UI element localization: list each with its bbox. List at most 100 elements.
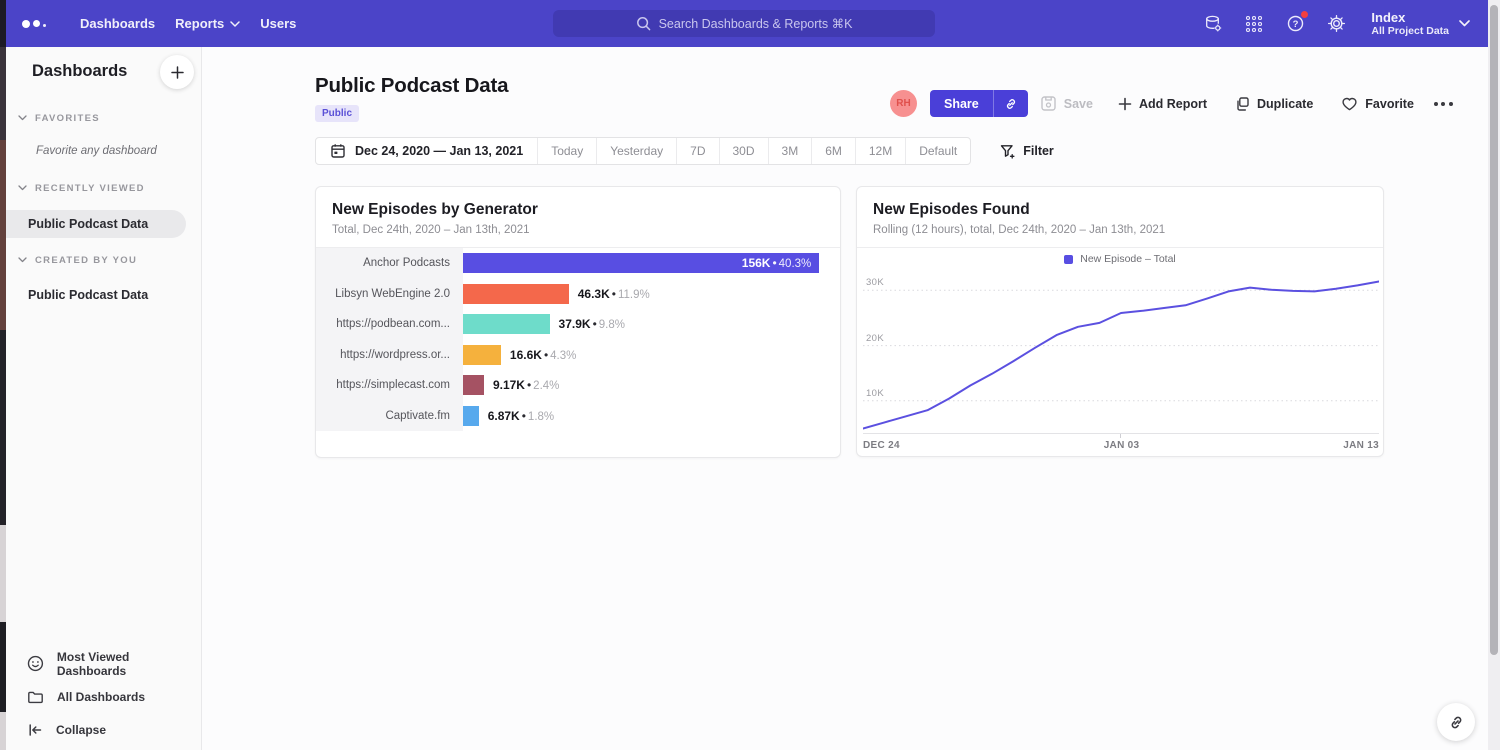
section-favorites-label: FAVORITES [35, 113, 100, 124]
chevron-down-icon [18, 185, 27, 191]
favorites-empty-text: Favorite any dashboard [36, 145, 157, 157]
divider [857, 247, 1383, 248]
bar-category-label: Captivate.fm [316, 401, 463, 432]
filter-label: Filter [1023, 144, 1054, 158]
chevron-down-icon [18, 257, 27, 263]
page-title: Public Podcast Data [315, 74, 508, 98]
section-favorites[interactable]: FAVORITES [6, 110, 201, 126]
preset-3m[interactable]: 3M [769, 138, 813, 164]
smiley-icon [27, 655, 44, 672]
card-new-episodes-by-generator: New Episodes by Generator Total, Dec 24t… [315, 186, 841, 458]
share-button[interactable]: Share [930, 90, 1028, 117]
scrollbar-track[interactable] [1488, 0, 1500, 750]
save-label: Save [1064, 97, 1093, 111]
bar[interactable] [463, 406, 479, 426]
bar-category-label: Libsyn WebEngine 2.0 [316, 279, 463, 310]
bar-row: https://podbean.com... 37.9K•9.8% [316, 309, 840, 340]
all-dashboards-button[interactable]: All Dashboards [6, 680, 201, 713]
scrollbar-thumb[interactable] [1490, 5, 1498, 655]
bar[interactable] [463, 345, 501, 365]
legend-swatch [1064, 255, 1073, 264]
favorite-label: Favorite [1365, 97, 1414, 111]
help-icon[interactable]: ? [1285, 14, 1305, 34]
header-actions: RH Share Save Add Report Duplicate Favor… [890, 90, 1453, 117]
add-report-label: Add Report [1139, 97, 1207, 111]
bar-chart: Anchor Podcasts 156K•40.3% Libsyn WebEng… [316, 248, 840, 431]
sidebar-item-public-podcast-data[interactable]: Public Podcast Data [6, 210, 186, 238]
filter-button[interactable]: Filter [1000, 144, 1054, 159]
copy-link-icon[interactable] [993, 90, 1028, 117]
chart-subtitle: Total, Dec 24th, 2020 – Jan 13th, 2021 [332, 224, 530, 236]
nav-dashboards-label: Dashboards [80, 16, 155, 31]
line-chart[interactable]: 10K20K30K [863, 271, 1379, 434]
nav-dashboards[interactable]: Dashboards [70, 0, 165, 47]
navbar-right-cluster: ? Index All Project Data [1203, 0, 1470, 47]
sidebar-title: Dashboards [32, 62, 127, 81]
nav-users[interactable]: Users [250, 0, 306, 47]
sidebar-item-public-podcast-data-2[interactable]: Public Podcast Data [6, 281, 148, 309]
search-placeholder: Search Dashboards & Reports ⌘K [659, 16, 853, 31]
copy-page-link-button[interactable] [1437, 703, 1475, 741]
add-report-button[interactable]: Add Report [1118, 97, 1207, 111]
calendar-icon [330, 143, 346, 159]
search-input[interactable]: Search Dashboards & Reports ⌘K [553, 10, 935, 37]
y-axis-tick: 30K [866, 277, 884, 288]
chart-title: New Episodes Found [873, 201, 1030, 219]
collapse-label: Collapse [56, 723, 106, 737]
preset-yesterday[interactable]: Yesterday [597, 138, 677, 164]
date-toolbar: Dec 24, 2020 — Jan 13, 2021 Today Yester… [315, 137, 1054, 165]
top-navbar: Dashboards Reports Users Search Dashboar… [6, 0, 1500, 47]
collapse-sidebar-button[interactable]: Collapse [6, 713, 201, 746]
new-dashboard-button[interactable] [160, 55, 194, 89]
apps-grid-icon[interactable] [1244, 14, 1264, 34]
legend-label: New Episode – Total [1080, 253, 1176, 265]
data-sources-icon[interactable] [1203, 14, 1223, 34]
more-options-button[interactable] [1434, 102, 1453, 106]
date-range-control: Dec 24, 2020 — Jan 13, 2021 Today Yester… [315, 137, 971, 165]
settings-gear-icon[interactable] [1326, 14, 1346, 34]
preset-7d[interactable]: 7D [677, 138, 719, 164]
most-viewed-dashboards-button[interactable]: Most Viewed Dashboards [6, 647, 201, 680]
avatar[interactable]: RH [890, 90, 917, 117]
save-button[interactable]: Save [1040, 95, 1093, 112]
x-axis-labels: DEC 24 JAN 03 JAN 13 [863, 440, 1379, 451]
chart-title: New Episodes by Generator [332, 201, 538, 219]
preset-30d[interactable]: 30D [720, 138, 769, 164]
bar-row: Captivate.fm 6.87K•1.8% [316, 401, 840, 432]
favorite-button[interactable]: Favorite [1341, 96, 1414, 111]
duplicate-button[interactable]: Duplicate [1234, 96, 1313, 112]
bar-row: Libsyn WebEngine 2.0 46.3K•11.9% [316, 279, 840, 310]
section-recently-viewed[interactable]: RECENTLY VIEWED [6, 180, 201, 196]
date-range-picker[interactable]: Dec 24, 2020 — Jan 13, 2021 [316, 138, 538, 164]
folder-icon [27, 689, 44, 705]
project-name: Index [1371, 10, 1449, 25]
nav-reports[interactable]: Reports [165, 0, 250, 47]
amplitude-logo[interactable] [22, 20, 46, 28]
bar[interactable] [463, 284, 569, 304]
link-icon [1448, 714, 1465, 731]
app-window: Dashboards Reports Users Search Dashboar… [0, 0, 1500, 750]
visibility-badge: Public [315, 105, 359, 122]
project-subtitle: All Project Data [1371, 25, 1449, 38]
project-switcher[interactable]: Index All Project Data [1371, 10, 1470, 38]
duplicate-icon [1234, 96, 1250, 112]
preset-6m[interactable]: 6M [812, 138, 856, 164]
bar-category-label: https://podbean.com... [316, 309, 463, 340]
preset-today[interactable]: Today [538, 138, 597, 164]
bar-category-label: https://wordpress.or... [316, 340, 463, 371]
x-axis-tick: JAN 03 [1104, 440, 1140, 451]
x-axis-tick: JAN 13 [1343, 440, 1379, 451]
chart-legend[interactable]: New Episode – Total [857, 253, 1383, 265]
bar[interactable] [463, 375, 484, 395]
bar-row: https://simplecast.com 9.17K•2.4% [316, 370, 840, 401]
plus-icon [171, 66, 184, 79]
x-axis-tick: DEC 24 [863, 440, 900, 451]
y-axis-tick: 10K [866, 388, 884, 399]
x-axis-tick-mark [1120, 434, 1121, 438]
share-label: Share [930, 90, 993, 117]
bar-row: Anchor Podcasts 156K•40.3% [316, 248, 840, 279]
preset-default[interactable]: Default [906, 138, 970, 164]
bar[interactable] [463, 314, 550, 334]
section-created-by-you[interactable]: CREATED BY YOU [6, 252, 201, 268]
preset-12m[interactable]: 12M [856, 138, 906, 164]
